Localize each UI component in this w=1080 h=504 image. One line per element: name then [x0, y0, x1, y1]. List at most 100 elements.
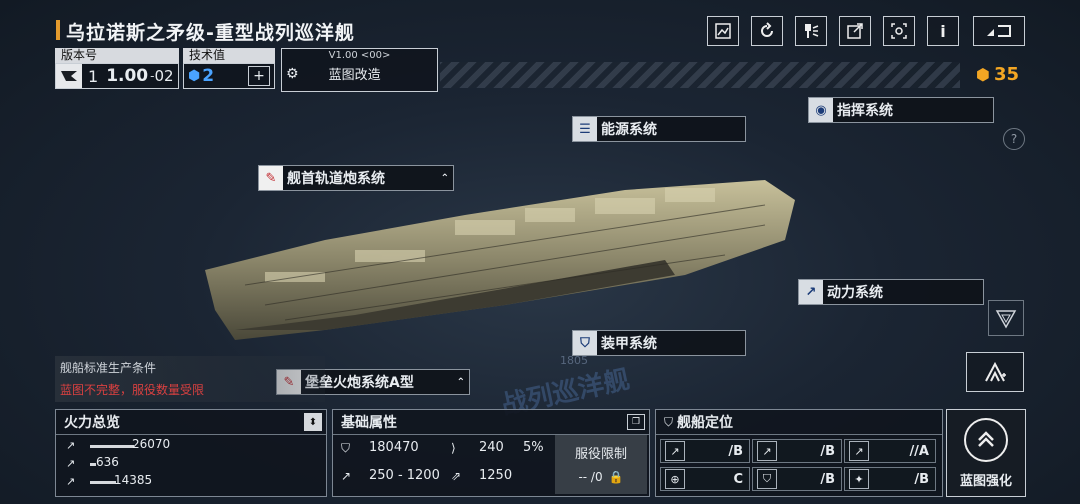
expand-icon[interactable]: ⬍	[304, 413, 322, 431]
system-command[interactable]: ◉ 指挥系统	[808, 97, 994, 123]
warp-icon: ⇗	[451, 469, 462, 483]
system-energy[interactable]: ☰ 能源系统	[572, 116, 746, 142]
gear-icon: ⚙	[286, 65, 299, 82]
radar-icon: ◉	[809, 98, 833, 122]
blueprint-mod-button[interactable]: V1.00 <00> ⚙ 蓝图改造	[281, 48, 438, 92]
system-bow-railgun-label: 舰首轨道炮系统	[287, 171, 385, 187]
positioning-panel: ⛉ 舰船定位 ↗ /B ↗ /B ↗ //A ⊕ C ⛉ /B ✦ /B	[655, 409, 943, 497]
tech-label: 技术值	[183, 48, 275, 63]
position-grade-0: /B	[728, 443, 743, 459]
system-command-label: 指挥系统	[837, 103, 893, 119]
title-accent	[56, 20, 60, 40]
positioning-title: 舰船定位	[677, 415, 734, 431]
production-warning: 蓝图不完整，服役数量受限	[60, 383, 205, 397]
firepower-bar-0	[90, 445, 134, 448]
collapse-icon: ⌃	[440, 172, 449, 184]
view-icon[interactable]	[883, 16, 915, 46]
tech-value: 2	[202, 66, 215, 86]
warp-value: 1250	[479, 468, 513, 483]
refresh-icon[interactable]	[751, 16, 783, 46]
system-armor[interactable]: ⛉ 装甲系统	[572, 330, 746, 356]
attributes-panel: 基础属性 ❐ ⛉ 180470 ⟩ 240 5% ↗ 250 - 1200 ⇗ …	[332, 409, 650, 497]
positioning-icon: ⛉	[664, 414, 674, 429]
ship-title: 乌拉诺斯之矛级-重型战列巡洋舰	[66, 22, 355, 44]
production-panel: 舰船标准生产条件 蓝图不完整，服役数量受限	[55, 356, 325, 402]
collapse-icon: ⌃	[456, 376, 465, 388]
service-limit-value: -- /0	[578, 470, 603, 484]
service-limit-box: 服役限制 -- /0 🔒	[555, 435, 647, 494]
version-count: 1	[88, 66, 99, 86]
firepower-value-2: 14385	[114, 473, 153, 487]
header-stripe	[440, 62, 960, 88]
position-grade-5: /B	[914, 471, 929, 487]
triangle-filter-icon[interactable]	[988, 300, 1024, 336]
popout-icon[interactable]: ❐	[627, 414, 645, 430]
production-title: 舰船标准生产条件	[60, 361, 157, 375]
armor-icon: ⟩	[451, 441, 456, 455]
position-cell-5: ✦ /B	[844, 467, 936, 491]
help-label: ?	[1010, 132, 1018, 146]
position-cell-4: ⛉ /B	[752, 467, 842, 491]
list-icon: ☰	[573, 117, 597, 141]
position-grade-4: /B	[820, 471, 835, 487]
back-icon[interactable]	[973, 16, 1025, 46]
paint-icon[interactable]	[795, 16, 827, 46]
blueprint-mod-label: 蓝图改造	[328, 68, 381, 83]
version-sub: 02	[154, 67, 174, 85]
speed-value: 250 - 1200	[369, 468, 440, 483]
upgrade-icon[interactable]	[966, 352, 1024, 392]
faction-icon	[56, 64, 82, 88]
thrust-icon: ↗	[799, 280, 823, 304]
support-icon: ⊕	[665, 469, 685, 489]
info-icon[interactable]: i	[927, 16, 959, 46]
firepower-panel: 火力总览 ⬍ ↗ 26070 ↗ 636 ↗ 14385	[55, 409, 327, 497]
service-limit-label: 服役限制	[574, 447, 627, 462]
blueprint-enhance-label: 蓝图强化	[959, 474, 1012, 489]
armor-pct: 5%	[523, 440, 544, 455]
tech-plus-button[interactable]: +	[248, 66, 270, 86]
system-bow-railgun[interactable]: ✎ 舰首轨道炮系统 ⌃	[258, 165, 454, 191]
firepower-title: 火力总览	[64, 415, 120, 431]
defense-icon: ⛉	[757, 469, 777, 489]
tech-icon: ⬢	[188, 68, 201, 84]
ship-model[interactable]	[205, 180, 805, 350]
antiair-icon: ↗	[66, 457, 76, 470]
export-icon[interactable]	[839, 16, 871, 46]
tech-block: 技术值 ⬢ 2 +	[183, 48, 275, 89]
speed-icon: ↗	[341, 469, 352, 483]
position-grade-1: /B	[820, 443, 835, 459]
help-icon[interactable]: ?	[1003, 128, 1025, 150]
version-block: 版本号 1 1.00 - 02	[55, 48, 179, 89]
firepower-bar-2	[90, 481, 116, 484]
info-label: i	[940, 21, 946, 41]
firepower-value-1: 636	[96, 455, 119, 469]
blueprint-version-tag: V1.00 <00>	[328, 50, 391, 61]
sensor-icon: ✦	[849, 469, 869, 489]
antiship-icon: ↗	[665, 441, 685, 461]
currency: ⬢ 35	[976, 64, 1019, 85]
antiair-icon: ↗	[757, 441, 777, 461]
firepower-value-0: 26070	[132, 437, 171, 451]
position-grade-3: C	[733, 471, 743, 487]
currency-value: 35	[993, 64, 1020, 85]
hexagon-coin-icon: ⬢	[976, 65, 990, 84]
position-cell-1: ↗ /B	[752, 439, 842, 463]
blueprint-enhance-button[interactable]: 蓝图强化	[946, 409, 1026, 497]
armor-value: 240	[479, 440, 504, 455]
version-label: 版本号	[55, 48, 179, 63]
position-cell-0: ↗ /B	[660, 439, 750, 463]
siege-icon: ↗	[849, 441, 869, 461]
position-cell-2: ↗ //A	[844, 439, 936, 463]
system-power[interactable]: ↗ 动力系统	[798, 279, 984, 305]
system-armor-label: 装甲系统	[601, 336, 657, 352]
watermark-code: 1805	[560, 354, 588, 367]
share-icon[interactable]	[707, 16, 739, 46]
system-energy-label: 能源系统	[601, 122, 657, 138]
siege-icon: ↗	[66, 475, 76, 488]
attributes-title: 基础属性	[341, 415, 397, 431]
chevron-up-icon	[964, 418, 1008, 462]
position-cell-3: ⊕ C	[660, 467, 750, 491]
missile-icon: ✎	[259, 166, 283, 190]
hp-value: 180470	[369, 440, 419, 455]
antiship-icon: ↗	[66, 439, 76, 452]
